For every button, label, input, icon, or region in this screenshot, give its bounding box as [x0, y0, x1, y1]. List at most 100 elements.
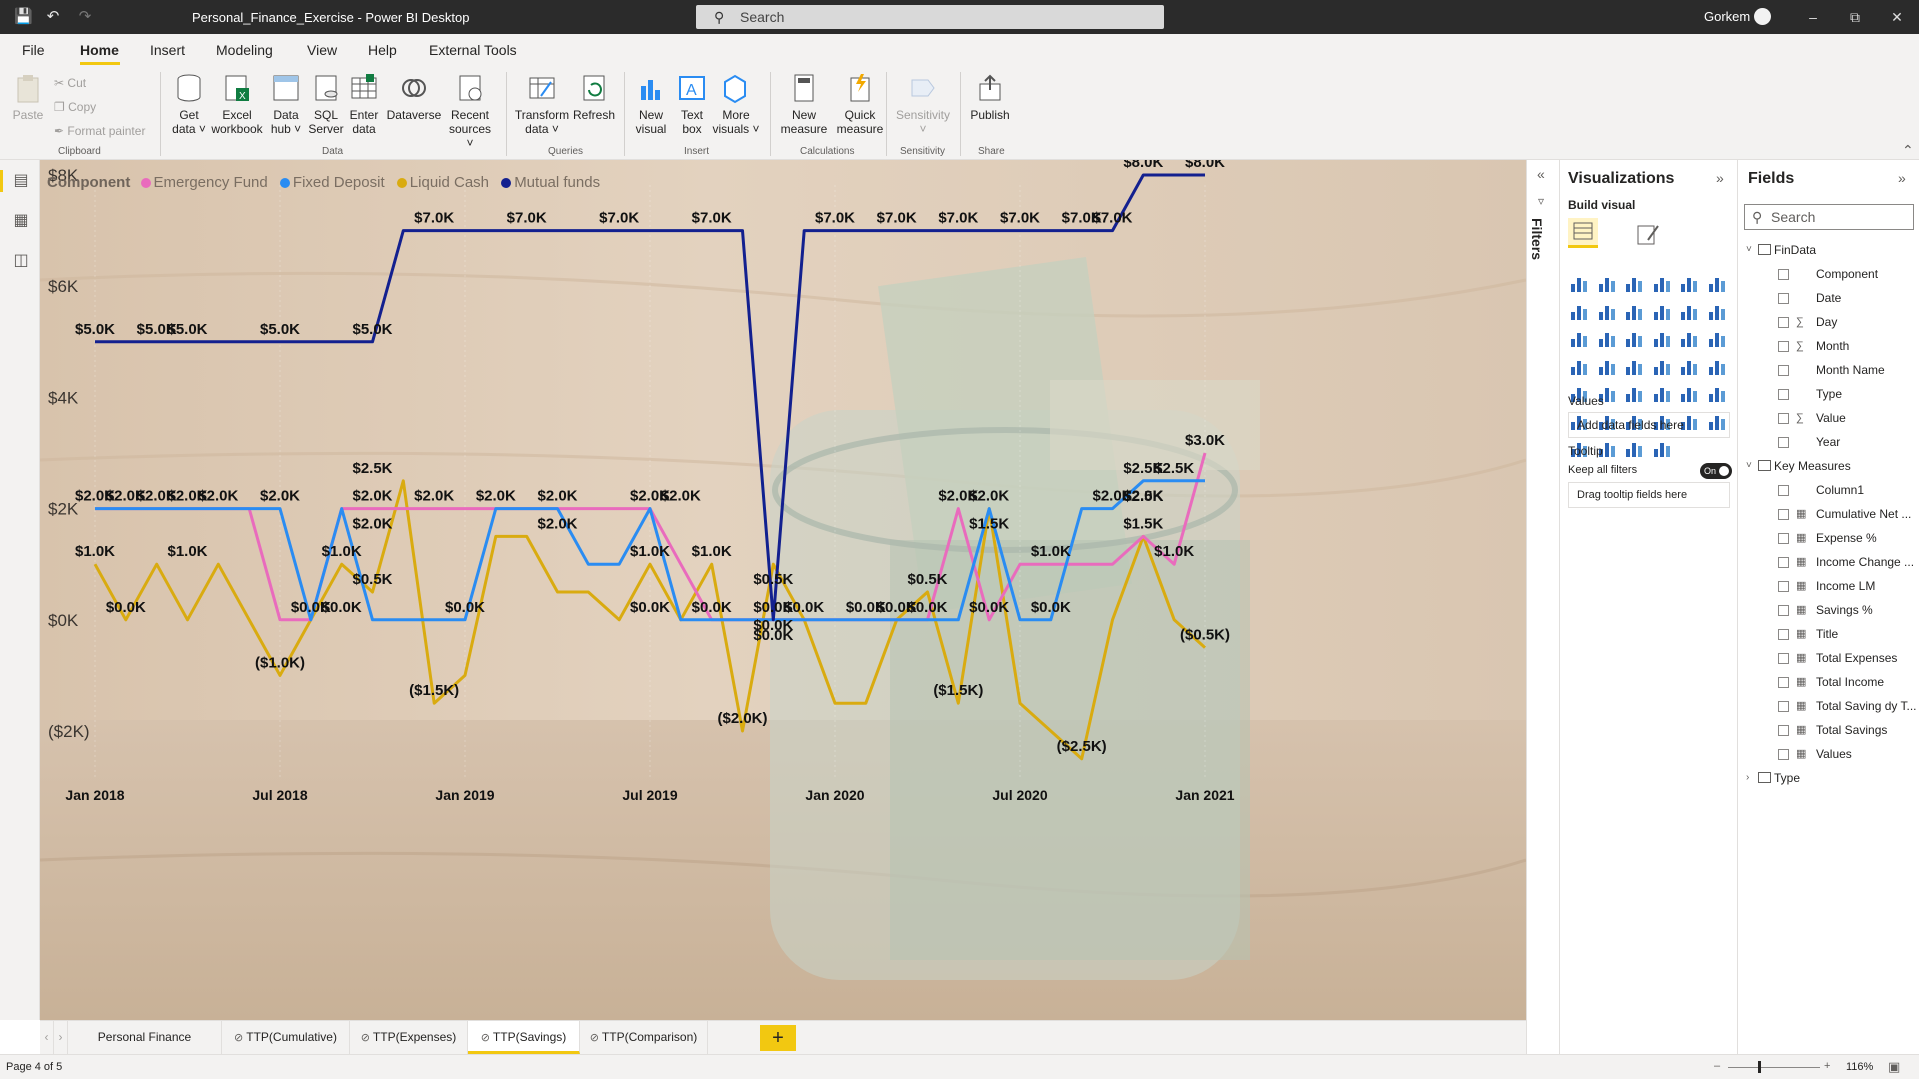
visual-type-map-icon[interactable]	[1623, 355, 1645, 377]
visual-type-bar-icon[interactable]	[1623, 272, 1645, 294]
excel-workbook-button[interactable]: X Excel workbook	[210, 72, 264, 136]
field-item[interactable]: ▦ Total Saving dy T...	[1738, 696, 1919, 716]
menu-view[interactable]: View	[307, 42, 337, 58]
menu-modeling[interactable]: Modeling	[216, 42, 273, 58]
field-checkbox[interactable]	[1778, 485, 1789, 496]
field-checkbox[interactable]	[1778, 725, 1789, 736]
sql-server-button[interactable]: SQL Server	[308, 72, 344, 136]
field-checkbox[interactable]	[1778, 269, 1789, 280]
visual-type-col-icon[interactable]	[1651, 300, 1673, 322]
legend-item-mutual-funds[interactable]: Mutual funds	[501, 174, 600, 191]
collapse-fields-icon[interactable]: »	[1898, 170, 1906, 186]
enter-data-button[interactable]: Enter data	[346, 72, 382, 136]
field-table-type[interactable]: › Type	[1738, 768, 1919, 788]
field-checkbox[interactable]	[1778, 605, 1789, 616]
avatar[interactable]	[1754, 8, 1771, 25]
field-item[interactable]: ∑ Day	[1738, 312, 1919, 332]
visual-type-col-icon[interactable]	[1568, 327, 1590, 349]
visual-type-card-icon[interactable]	[1678, 355, 1700, 377]
page-tab-personal-finance-dashboard[interactable]: Personal Finance Dashboard	[68, 1021, 222, 1076]
get-data-button[interactable]: Get data ˅	[168, 72, 210, 136]
visual-type-line-icon[interactable]	[1568, 300, 1590, 322]
zoom-out-icon[interactable]: –	[1714, 1060, 1720, 1072]
transform-data-button[interactable]: Transform data ˅	[512, 72, 572, 136]
chevron-down-icon[interactable]: ˅	[1746, 240, 1752, 260]
field-checkbox[interactable]	[1778, 437, 1789, 448]
build-visual-tab[interactable]	[1568, 218, 1598, 248]
field-item[interactable]: ∑ Value	[1738, 408, 1919, 428]
page-tab-ttp-cumulative[interactable]: ⊘ TTP(Cumulative)	[222, 1021, 350, 1054]
legend-item-fixed-deposit[interactable]: Fixed Deposit	[279, 174, 385, 191]
data-view-icon[interactable]: ▦	[10, 210, 32, 232]
publish-button[interactable]: Publish	[966, 72, 1014, 122]
refresh-button[interactable]: Refresh	[572, 72, 616, 122]
visual-type-col-icon[interactable]	[1706, 272, 1728, 294]
visual-type-pie-icon[interactable]	[1651, 327, 1673, 349]
visual-type-table-icon[interactable]	[1623, 382, 1645, 404]
zoom-in-icon[interactable]: +	[1824, 1060, 1830, 1072]
field-checkbox[interactable]	[1778, 749, 1789, 760]
expand-filters-icon[interactable]: «	[1537, 166, 1545, 182]
field-item[interactable]: ▦ Total Income	[1738, 672, 1919, 692]
zoom-slider[interactable]	[1728, 1067, 1820, 1068]
visual-type-donut-icon[interactable]	[1678, 327, 1700, 349]
visual-type-area-icon[interactable]	[1596, 300, 1618, 322]
chevron-right-icon[interactable]: ›	[1746, 768, 1749, 788]
visual-type-r-icon[interactable]	[1678, 382, 1700, 404]
fields-search-input[interactable]: ⚲ Search	[1744, 204, 1914, 230]
page-tab-ttp-comparison[interactable]: ⊘ TTP(Comparison)	[580, 1021, 708, 1054]
visual-type-smart-icon[interactable]	[1623, 437, 1645, 459]
field-checkbox[interactable]	[1778, 413, 1789, 424]
keep-filters-toggle[interactable]: On	[1700, 463, 1732, 479]
values-drop-well[interactable]: Add data fields here	[1568, 412, 1730, 438]
chevron-down-icon[interactable]: ˅	[1746, 456, 1752, 476]
field-item[interactable]: ▦ Income LM	[1738, 576, 1919, 596]
menu-file[interactable]: File	[22, 42, 45, 58]
add-page-button[interactable]: +	[760, 1025, 796, 1051]
visual-type-area-icon[interactable]	[1623, 300, 1645, 322]
filters-pane-collapsed[interactable]: « ▿ Filters	[1526, 160, 1560, 1054]
field-item[interactable]: Column1	[1738, 480, 1919, 500]
menu-insert[interactable]: Insert	[150, 42, 185, 58]
redo-icon[interactable]: ↷	[76, 8, 94, 26]
menu-home[interactable]: Home	[80, 42, 119, 58]
field-checkbox[interactable]	[1778, 509, 1789, 520]
field-checkbox[interactable]	[1778, 701, 1789, 712]
field-item[interactable]: Date	[1738, 288, 1919, 308]
field-checkbox[interactable]	[1778, 629, 1789, 640]
field-item[interactable]: ▦ Total Expenses	[1738, 648, 1919, 668]
format-visual-tab[interactable]	[1634, 220, 1664, 248]
field-item[interactable]: Year	[1738, 432, 1919, 452]
visual-type-card-icon[interactable]	[1706, 355, 1728, 377]
tooltip-drop-well[interactable]: Drag tooltip fields here	[1568, 482, 1730, 508]
visual-type-tree-icon[interactable]	[1706, 327, 1728, 349]
field-checkbox[interactable]	[1778, 557, 1789, 568]
visual-type-bar-icon[interactable]	[1596, 272, 1618, 294]
report-view-icon[interactable]: ▤	[10, 170, 32, 192]
savings-line-chart[interactable]: $8K$6K$4K$2K$0K($2K)Jan 2018 Jul 2018 Jan …	[40, 160, 1526, 1020]
cut-button[interactable]: ✂ Cut	[54, 76, 86, 90]
visual-type-bar-icon[interactable]	[1568, 272, 1590, 294]
visual-type-col-icon[interactable]	[1678, 272, 1700, 294]
field-item[interactable]: Component	[1738, 264, 1919, 284]
visual-type-more-icon[interactable]	[1651, 437, 1673, 459]
title-search-box[interactable]: ⚲ Search	[696, 5, 1164, 29]
user-name[interactable]: Gorkem	[1704, 9, 1750, 24]
visual-type-map-icon[interactable]	[1596, 355, 1618, 377]
minimize-icon[interactable]: –	[1802, 6, 1824, 28]
page-tab-ttp-expenses[interactable]: ⊘ TTP(Expenses)	[350, 1021, 468, 1054]
field-item[interactable]: ∑ Month	[1738, 336, 1919, 356]
new-visual-button[interactable]: New visual	[630, 72, 672, 136]
visual-type-scatter-icon[interactable]	[1623, 327, 1645, 349]
field-table-findata[interactable]: ˅ FinData	[1738, 240, 1919, 260]
field-item[interactable]: ▦ Total Savings	[1738, 720, 1919, 740]
field-item[interactable]: ▦ Expense %	[1738, 528, 1919, 548]
quick-measure-button[interactable]: Quick measure	[832, 72, 888, 136]
field-checkbox[interactable]	[1778, 365, 1789, 376]
restore-icon[interactable]: ⧉	[1844, 6, 1866, 28]
model-view-icon[interactable]: ◫	[10, 250, 32, 272]
report-canvas[interactable]: $8K $6K $4K $2K $0K ($2K) Jan 2018 Jul 2018 Jan …	[40, 160, 1526, 1020]
visual-type-funnel-icon[interactable]	[1596, 327, 1618, 349]
tabs-scroll-left-icon[interactable]: ‹	[40, 1021, 54, 1054]
field-checkbox[interactable]	[1778, 533, 1789, 544]
